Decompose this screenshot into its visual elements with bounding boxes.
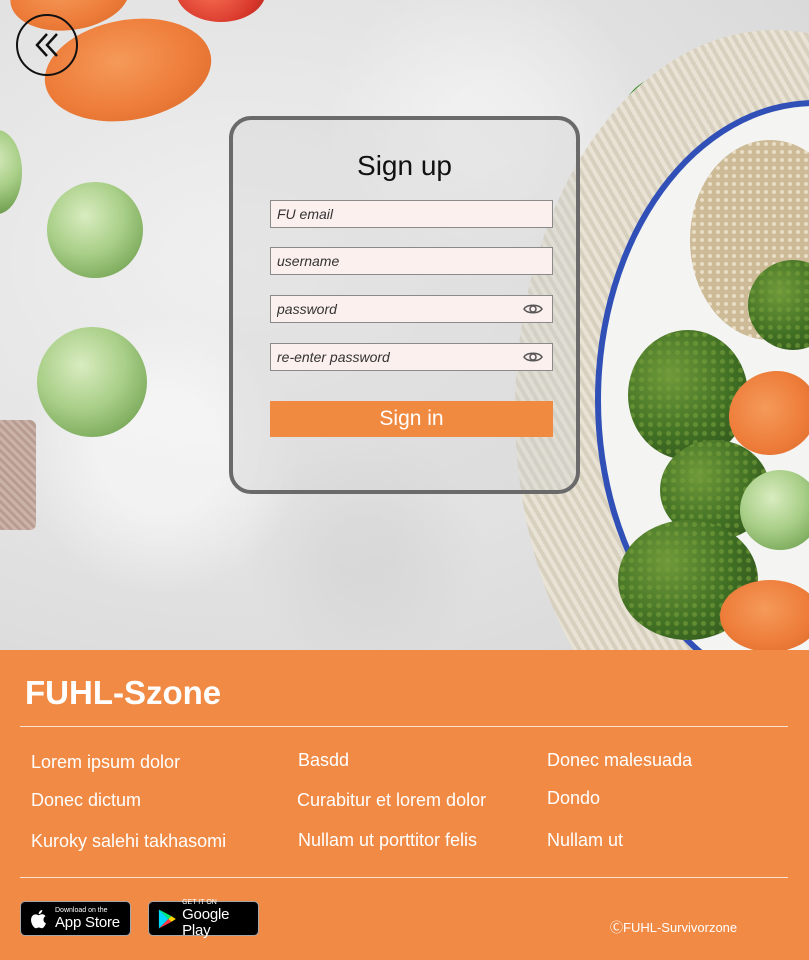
hero-background: Sign up Sign in — [0, 0, 809, 650]
brussels-sprout — [37, 327, 147, 437]
napkin — [0, 420, 36, 530]
google-play-badge[interactable]: GET IT ON Google Play — [148, 899, 259, 939]
footer-link[interactable]: Curabitur et lorem dolor — [297, 790, 486, 811]
broccoli — [628, 330, 748, 460]
footer-link[interactable]: Lorem ipsum dolor — [31, 752, 180, 773]
brand-title: FUHL-Szone — [25, 674, 222, 711]
footer-link[interactable]: Donec dictum — [31, 790, 141, 811]
footer-link[interactable]: Nullam ut porttitor felis — [298, 830, 477, 851]
footer-link[interactable]: Donec malesuada — [547, 750, 692, 771]
email-input[interactable] — [271, 201, 552, 227]
apple-icon — [31, 909, 46, 928]
password-field[interactable] — [270, 295, 553, 323]
signup-title: Sign up — [357, 150, 452, 181]
footer-divider — [20, 877, 788, 878]
copyright-text: ⒸFUHL-Survivorzone — [610, 920, 738, 935]
footer-link[interactable]: Nullam ut — [547, 830, 623, 851]
footer-divider — [20, 726, 788, 727]
google-play-icon — [158, 908, 176, 929]
eye-icon[interactable] — [523, 302, 543, 316]
carrot-slice — [720, 580, 809, 650]
google-play-big-text: Google Play — [182, 905, 230, 939]
username-input[interactable] — [271, 248, 552, 274]
app-store-badge[interactable]: Download on the App Store — [20, 901, 131, 936]
username-field[interactable] — [270, 247, 553, 275]
double-chevron-left-icon — [35, 33, 58, 57]
sign-in-button[interactable]: Sign in — [270, 401, 553, 437]
password-input[interactable] — [271, 296, 552, 322]
brussels-sprout — [47, 182, 143, 278]
reenter-password-input[interactable] — [271, 344, 552, 370]
reenter-password-field[interactable] — [270, 343, 553, 371]
app-store-big-text: App Store — [55, 913, 120, 931]
eye-icon[interactable] — [523, 350, 543, 364]
signup-card: Sign up Sign in — [229, 116, 580, 494]
footer: FUHL-Szone Lorem ipsum dolor Basdd Donec… — [0, 650, 809, 960]
back-button[interactable] — [16, 14, 78, 76]
footer-link[interactable]: Basdd — [298, 750, 349, 771]
email-field[interactable] — [270, 200, 553, 228]
footer-link[interactable]: Kuroky salehi takhasomi — [31, 831, 226, 852]
footer-link[interactable]: Dondo — [547, 788, 600, 809]
